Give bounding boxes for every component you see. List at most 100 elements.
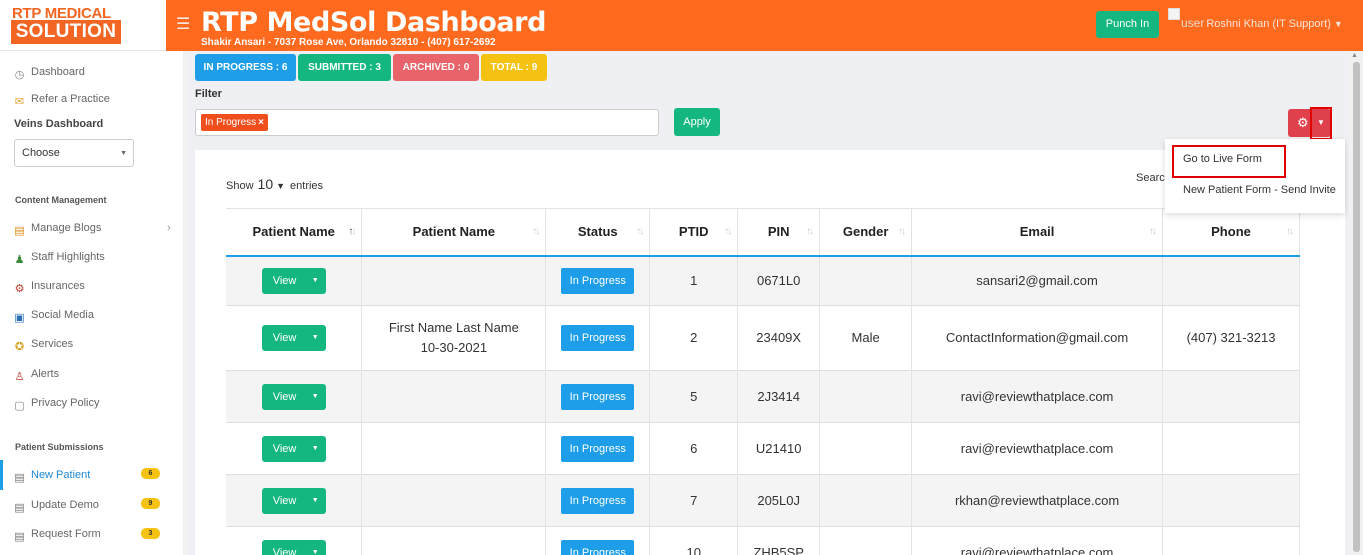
- tab-archived[interactable]: ARCHIVED : 0: [393, 54, 479, 81]
- ptid-cell: 6: [649, 422, 739, 475]
- sidebar-item-label: Request Form: [31, 528, 101, 540]
- entries-length-control[interactable]: Show 10 ▼ entries: [226, 176, 323, 192]
- ptid-cell: 1: [649, 255, 739, 306]
- pin-cell: 2J3414: [737, 370, 821, 423]
- tab-in-progress[interactable]: IN PROGRESS : 6: [195, 54, 296, 81]
- phone-cell: [1162, 370, 1300, 423]
- sidebar-item-label: Social Media: [31, 309, 94, 321]
- view-button[interactable]: View ▼: [261, 539, 326, 555]
- gear-icon: ⚙: [1297, 115, 1309, 130]
- sidebar-item-label: Insurances: [31, 280, 85, 292]
- sidebar-item-request-form[interactable]: ▤ Request Form: [12, 528, 101, 544]
- sidebar-scrollbar[interactable]: [183, 51, 188, 555]
- view-button[interactable]: View ▼: [261, 435, 326, 462]
- phone-cell: [1162, 255, 1300, 306]
- logo-bottom-text: SOLUTION: [11, 20, 121, 44]
- sidebar-item-new-patient[interactable]: ▤ New Patient: [12, 469, 90, 485]
- tab-submitted[interactable]: SUBMITTED : 3: [298, 54, 391, 81]
- sidebar-item-label: Privacy Policy: [31, 397, 100, 409]
- sort-icon: ↑↓: [724, 226, 732, 237]
- column-header[interactable]: Patient Name ↑↓: [361, 208, 547, 256]
- tab-total[interactable]: TOTAL : 9: [481, 54, 547, 81]
- sidebar-item-label: Staff Highlights: [31, 251, 105, 263]
- patient-name-cell: [361, 526, 547, 555]
- column-header[interactable]: PTID ↑↓: [649, 208, 739, 256]
- gender-cell: [819, 370, 913, 423]
- sort-icon: ↑↓: [1286, 226, 1294, 237]
- services-icon: ✪: [14, 341, 25, 353]
- table-row: View ▼ In Progress 1 0671L0 sansari2@gmai…: [226, 255, 1300, 306]
- user-name: Roshni Khan (IT Support): [1206, 18, 1331, 30]
- sidebar-item-label: Update Demo: [31, 499, 99, 511]
- chevron-right-icon: ›: [167, 222, 171, 234]
- sidebar-item-social-media[interactable]: ▣ Social Media: [12, 309, 94, 325]
- status-badge[interactable]: In Progress: [561, 487, 635, 514]
- chevron-down-icon: ▼: [120, 150, 127, 157]
- chevron-down-icon: ▼: [311, 392, 319, 400]
- sidebar-item-update-demo[interactable]: ▤ Update Demo: [12, 499, 99, 515]
- social-media-icon: ▣: [14, 312, 25, 324]
- punch-in-button[interactable]: Punch In: [1096, 11, 1159, 38]
- scroll-up-icon[interactable]: ▲: [1351, 52, 1358, 59]
- insurances-icon: ⚙: [14, 283, 25, 295]
- menu-item-go-to-live-form[interactable]: Go to Live Form: [1183, 153, 1262, 165]
- column-header[interactable]: Gender ↑↓: [819, 208, 913, 256]
- status-badge[interactable]: In Progress: [561, 267, 635, 294]
- gender-cell: [819, 526, 913, 555]
- apply-button[interactable]: Apply: [674, 108, 720, 136]
- close-icon[interactable]: ×: [258, 117, 264, 128]
- logo[interactable]: RTP MEDICAL SOLUTION: [0, 0, 166, 51]
- sidebar-item-services[interactable]: ✪ Services: [12, 338, 73, 354]
- ptid-cell: 2: [649, 305, 739, 371]
- top-bar: ☰ RTP MedSol Dashboard Shakir Ansari - 7…: [166, 0, 1363, 51]
- chevron-down-icon: ▼: [276, 181, 286, 191]
- sidebar-item-label: Dashboard: [31, 66, 85, 78]
- sidebar-item-privacy-policy[interactable]: ▢ Privacy Policy: [12, 397, 99, 413]
- chevron-down-icon: ▼: [1333, 19, 1343, 29]
- content-management-section: Content Management: [15, 195, 107, 205]
- pin-cell: 0671L0: [737, 255, 821, 306]
- view-button[interactable]: View ▼: [261, 383, 326, 410]
- count-badge: 3: [141, 528, 160, 539]
- hamburger-icon[interactable]: ☰: [176, 14, 190, 34]
- filter-input[interactable]: In Progress ×: [195, 109, 659, 136]
- veins-dashboard-select[interactable]: Choose ▼: [14, 139, 134, 167]
- page-scrollbar-thumb[interactable]: [1353, 62, 1360, 552]
- column-header[interactable]: Patient Name ↑↓: [226, 208, 363, 256]
- chevron-down-icon: ▼: [311, 496, 319, 504]
- sidebar-item-insurances[interactable]: ⚙ Insurances: [12, 280, 85, 296]
- view-button[interactable]: View ▼: [261, 267, 326, 294]
- sidebar-item-refer-practice[interactable]: ✉ Refer a Practice: [12, 93, 110, 109]
- sidebar-item-label: New Patient: [31, 469, 91, 481]
- column-header[interactable]: Email ↑↓: [911, 208, 1164, 256]
- status-badge[interactable]: In Progress: [561, 325, 635, 351]
- status-badge[interactable]: In Progress: [561, 435, 635, 462]
- menu-item-send-invite[interactable]: New Patient Form - Send Invite: [1183, 184, 1336, 196]
- sort-icon: ↑↓: [806, 226, 814, 237]
- column-header[interactable]: PIN ↑↓: [737, 208, 821, 256]
- caret-down-icon: ▼: [1317, 118, 1325, 127]
- column-header[interactable]: Status ↑↓: [545, 208, 651, 256]
- status-badge[interactable]: In Progress: [561, 539, 635, 555]
- ptid-cell: 5: [649, 370, 739, 423]
- user-menu[interactable]: user Roshni Khan (IT Support) ▼: [1168, 8, 1343, 30]
- column-header[interactable]: Phone ↑↓: [1162, 208, 1300, 256]
- avatar-alt-text: user: [1181, 16, 1205, 30]
- sidebar-item-alerts[interactable]: ♙ Alerts: [12, 368, 60, 384]
- filter-label: Filter: [195, 88, 222, 100]
- entries-select[interactable]: 10: [258, 176, 274, 192]
- patients-table: Patient Name ↑↓ Patient Name ↑↓ Status ↑↓ P…: [226, 208, 1300, 555]
- sort-icon: ↑↓: [348, 226, 356, 237]
- sidebar-item-manage-blogs[interactable]: ▤ Manage Blogs: [12, 222, 101, 238]
- view-button[interactable]: View ▼: [261, 325, 326, 351]
- count-badge: 9: [141, 498, 160, 509]
- sidebar-item-dashboard[interactable]: ◷ Dashboard: [12, 66, 85, 82]
- avatar-icon: [1168, 8, 1180, 20]
- pin-cell: 205L0J: [737, 474, 821, 527]
- status-badge[interactable]: In Progress: [561, 383, 635, 410]
- view-button[interactable]: View ▼: [261, 487, 326, 514]
- sidebar-item-label: Refer a Practice: [31, 93, 110, 105]
- sidebar-item-label: Services: [31, 338, 74, 350]
- table-header-row: Patient Name ↑↓ Patient Name ↑↓ Status ↑↓ P…: [226, 208, 1300, 256]
- sidebar-item-staff-highlights[interactable]: ♟ Staff Highlights: [12, 251, 105, 267]
